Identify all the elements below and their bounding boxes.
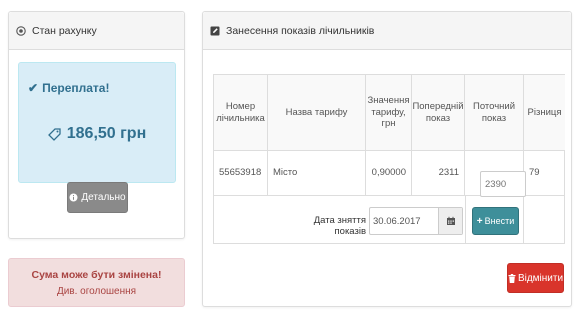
tag-icon	[47, 127, 61, 141]
eye-icon	[16, 25, 26, 36]
meter-number-cell: 55653918	[214, 151, 268, 196]
current-reading-input[interactable]	[480, 171, 526, 197]
meter-readings-panel: Занесення показів лічильників Номер лічи…	[202, 11, 572, 307]
account-status-panel: Стан рахунку ✔ Переплата! 186,50 грн Дет…	[8, 11, 185, 239]
trash-icon	[508, 273, 516, 283]
info-icon	[69, 193, 78, 202]
check-icon: ✔	[28, 81, 39, 95]
details-button[interactable]: Детально	[67, 182, 128, 213]
date-picker[interactable]	[369, 207, 463, 235]
meter-readings-heading: Занесення показів лічильників	[203, 12, 571, 50]
tariff-name-cell: Місто	[268, 151, 366, 196]
date-input[interactable]	[370, 208, 438, 234]
account-status-heading: Стан рахунку	[9, 12, 184, 50]
overpay-label: ✔ Переплата!	[28, 81, 109, 95]
meter-readings-title: Занесення показів лічильників	[226, 24, 375, 37]
column-header: Поточний показ	[465, 75, 524, 151]
enter-reading-button[interactable]: + Внести	[472, 207, 519, 235]
calendar-icon[interactable]	[438, 208, 462, 234]
column-header: Попередній показ	[412, 75, 465, 151]
enter-button-label: Внести	[484, 216, 515, 226]
column-header: Значення тарифу, грн	[366, 75, 412, 151]
overpay-text: Переплата!	[42, 81, 110, 95]
overpay-box: ✔ Переплата! 186,50 грн	[18, 62, 176, 183]
empty-cell	[524, 196, 565, 244]
amount-text: 186,50 грн	[66, 125, 147, 142]
plus-icon: +	[476, 215, 483, 227]
date-label: Дата зняття показів	[313, 215, 366, 237]
previous-reading-cell: 2311	[412, 151, 465, 196]
change-alert: Сума може бути змінена! Див. оголошення	[8, 258, 185, 307]
column-header: Назва тарифу	[268, 75, 366, 151]
column-header: Різниця	[524, 75, 565, 151]
cancel-button-label: Відмінити	[517, 272, 564, 284]
tariff-value-cell: 0,90000	[366, 151, 412, 196]
alert-title: Сума може бути змінена!	[31, 269, 162, 281]
edit-icon	[210, 26, 220, 36]
alert-link[interactable]: Див. оголошення	[9, 286, 184, 297]
difference-cell: 79	[524, 151, 565, 196]
column-header: Номер лічильника	[214, 75, 268, 151]
cancel-button[interactable]: Відмінити	[507, 263, 564, 293]
details-button-label: Детально	[81, 192, 126, 203]
meter-table: Номер лічильника Назва тарифу Значення т…	[213, 74, 565, 244]
account-status-title: Стан рахунку	[32, 24, 97, 37]
balance-amount: 186,50 грн	[19, 125, 175, 143]
